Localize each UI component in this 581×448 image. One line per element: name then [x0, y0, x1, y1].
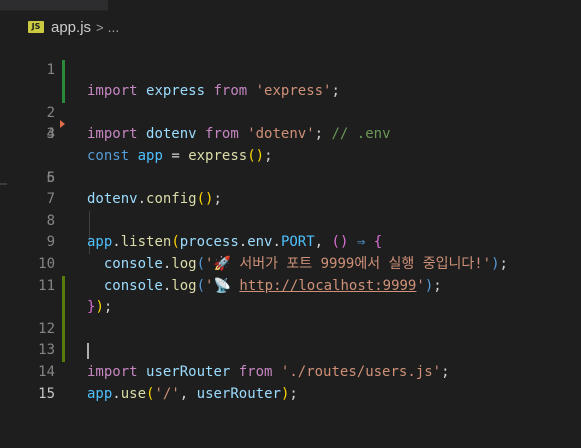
string-token: './routes/users.js' [280, 363, 442, 380]
text-cursor [87, 343, 89, 360]
code-line[interactable]: 12 [0, 275, 581, 337]
code-text: app.use('/', userRouter); [87, 384, 298, 406]
identifier-token: userRouter [196, 385, 281, 402]
punctuation-token: ; [441, 363, 450, 380]
keyword-token: import [87, 363, 138, 380]
string-token: '/' [154, 385, 180, 402]
punctuation-token: . [112, 385, 121, 402]
code-line[interactable]: 6 dotenv.config(); [0, 146, 581, 208]
breadcrumb: JS app.js > ... [28, 16, 119, 38]
punctuation-token: ; [289, 385, 298, 402]
code-line[interactable]: 1 import express from 'express'; [0, 38, 581, 100]
line-number: 15 [38, 385, 55, 402]
code-line[interactable]: 4 const app = express(); [0, 103, 581, 164]
git-added-marker[interactable] [62, 340, 65, 362]
keyword-token: from [238, 363, 273, 380]
code-line-active[interactable]: 15 [0, 340, 581, 402]
code-line[interactable]: 9 console.log('🚀 서버가 포트 9999에서 실행 중입니다!'… [0, 211, 581, 272]
chevron-right-icon: > [96, 19, 104, 35]
breadcrumb-symbols[interactable]: ... [108, 19, 120, 35]
git-added-marker[interactable] [62, 297, 65, 319]
breadcrumb-file[interactable]: app.js [51, 19, 91, 36]
git-modified-marker[interactable] [62, 59, 65, 82]
code-line[interactable]: 2 import dotenv from 'dotenv'; // .env [0, 59, 581, 142]
code-line[interactable]: 7 [0, 168, 581, 207]
git-added-marker[interactable] [62, 318, 65, 341]
git-added-marker[interactable] [62, 275, 65, 298]
code-line[interactable]: 5 [0, 120, 581, 186]
javascript-file-icon: JS [28, 21, 44, 33]
editor-tab-strip[interactable] [0, 0, 108, 11]
punctuation-token: , [179, 385, 189, 402]
code-line[interactable]: 14 app.use('/', userRouter); [0, 318, 581, 402]
git-deleted-marker[interactable] [60, 120, 65, 129]
code-line[interactable]: 10 console.log('📡 http://localhost:9999'… [0, 232, 581, 294]
code-line[interactable]: 8 app.listen(process.env.PORT, () ⇒ { [0, 189, 581, 251]
code-editor[interactable]: 1 import express from 'express'; 2 impor… [0, 38, 581, 402]
code-line[interactable]: 11 }); [0, 254, 581, 316]
code-text: import userRouter from './routes/users.j… [87, 362, 450, 384]
code-line[interactable]: 3 [0, 81, 581, 142]
identifier-token: userRouter [146, 363, 231, 380]
code-line[interactable]: 13 import userRouter from './routes/user… [0, 297, 581, 380]
function-token: use [120, 385, 147, 402]
git-modified-marker[interactable] [62, 81, 65, 103]
identifier-token: app [87, 385, 113, 402]
